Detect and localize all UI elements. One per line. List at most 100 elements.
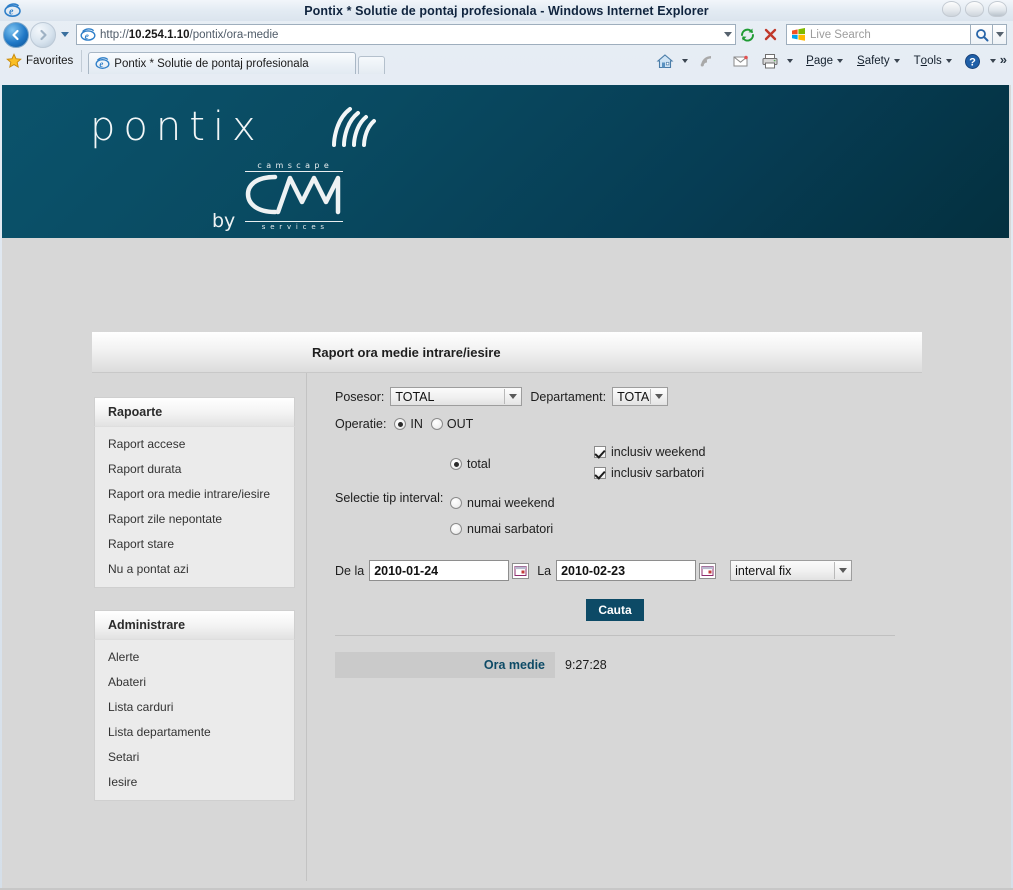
inclusiv-sarbatori-row[interactable]: inclusiv sarbatori	[594, 466, 706, 480]
operatie-out-label: OUT	[446, 417, 474, 431]
maximize-button[interactable]	[965, 1, 984, 17]
sidebar-item-alerte[interactable]: Alerte	[95, 644, 294, 669]
interval-weekend-radio[interactable]	[450, 497, 462, 509]
inclusiv-weekend-row[interactable]: inclusiv weekend	[594, 445, 706, 459]
interval-total-label: total	[467, 457, 491, 471]
posesor-select[interactable]: TOTAL	[390, 387, 523, 406]
signal-waves-icon	[328, 105, 388, 158]
interval-mode-select[interactable]: interval fix	[730, 560, 853, 581]
camscape-bottom-label: services	[261, 223, 329, 231]
sidebar-item-iesire[interactable]: Iesire	[95, 769, 294, 794]
interval-option-sarbatori[interactable]: numai sarbatori	[450, 522, 590, 536]
address-bar-row: e http://10.254.1.10/pontix/ora-medie Li…	[0, 21, 1013, 48]
interval-radio-group: total numai weekend numai sarbatori	[450, 445, 590, 536]
sidebar-panel-administrare: Administrare Alerte Abateri Lista cardur…	[94, 610, 295, 801]
address-text: http://10.254.1.10/pontix/ora-medie	[100, 28, 279, 41]
de-la-label: De la	[335, 563, 365, 578]
stop-button[interactable]	[759, 24, 782, 46]
close-button[interactable]	[988, 1, 1007, 17]
tab-title: Pontix * Solutie de pontaj profesionala	[114, 57, 309, 70]
inclusiv-weekend-checkbox[interactable]	[594, 446, 606, 458]
operatie-in-label: IN	[410, 417, 423, 431]
ora-medie-value: 9:27:28	[565, 658, 607, 672]
interval-sarbatori-radio[interactable]	[450, 523, 462, 535]
command-bar: Page Safety To ols ? »	[653, 50, 1009, 72]
sidebar-panel-rapoarte: Rapoarte Raport accese Raport durata Rap…	[94, 397, 295, 588]
windows-flag-icon	[791, 28, 806, 41]
minimize-button[interactable]	[942, 1, 961, 17]
sidebar-item-setari[interactable]: Setari	[95, 744, 294, 769]
interval-total-radio[interactable]	[450, 458, 462, 470]
back-button[interactable]	[3, 21, 29, 48]
star-icon	[6, 53, 22, 69]
tab-bar: Favorites e Pontix * Solutie de pontaj p…	[0, 48, 1013, 74]
internet-explorer-icon: e	[4, 2, 21, 19]
de-la-input[interactable]: 2010-01-24	[369, 560, 510, 581]
interval-option-weekend[interactable]: numai weekend	[450, 496, 590, 510]
site-logo: pontix	[90, 104, 376, 150]
window-controls	[942, 1, 1007, 17]
help-icon[interactable]: ?	[961, 50, 984, 72]
history-dropdown-icon[interactable]	[58, 24, 72, 46]
sidebar-item-raport-zile-nepontate[interactable]: Raport zile nepontate	[95, 506, 294, 531]
forward-button[interactable]	[30, 21, 56, 48]
logo-wordmark: pontix	[90, 104, 264, 150]
de-la-calendar-icon[interactable]	[512, 562, 530, 579]
la-input[interactable]: 2010-02-23	[556, 560, 697, 581]
la-calendar-icon[interactable]	[699, 562, 717, 579]
sidebar-item-raport-accese[interactable]: Raport accese	[95, 431, 294, 456]
sidebar-item-nu-a-pontat-azi[interactable]: Nu a pontat azi	[95, 556, 294, 581]
sidebar-item-lista-departamente[interactable]: Lista departamente	[95, 719, 294, 744]
page-title: Raport ora medie intrare/iesire	[312, 344, 501, 360]
inclusiv-sarbatori-checkbox[interactable]	[594, 467, 606, 479]
brand-byline: by camscape services	[212, 161, 345, 232]
safety-menu-label: afety	[864, 55, 890, 67]
sidebar-item-abateri[interactable]: Abateri	[95, 669, 294, 694]
departament-label: Departament:	[530, 389, 607, 404]
result-row: Ora medie 9:27:28	[335, 652, 895, 678]
sidebar-item-raport-durata[interactable]: Raport durata	[95, 456, 294, 481]
address-input[interactable]: e http://10.254.1.10/pontix/ora-medie	[76, 24, 721, 45]
print-icon[interactable]	[758, 50, 781, 72]
svg-text:e: e	[100, 59, 104, 69]
help-dropdown-icon[interactable]	[989, 59, 996, 63]
posesor-label: Posesor:	[335, 389, 385, 404]
search-input[interactable]: Live Search	[786, 24, 971, 45]
svg-text:e: e	[9, 7, 14, 18]
search-go-button[interactable]	[971, 24, 993, 45]
safety-menu-button[interactable]: Safety	[854, 53, 903, 69]
screenshot-root: e Pontix * Solutie de pontaj profesional…	[0, 0, 1013, 890]
sidebar-item-raport-stare[interactable]: Raport stare	[95, 531, 294, 556]
home-icon[interactable]	[653, 50, 676, 72]
print-dropdown-icon[interactable]	[787, 59, 794, 63]
report-filter-form: Posesor: TOTAL Departament: TOTAL Operat…	[335, 387, 895, 678]
interval-option-total[interactable]: total	[450, 457, 590, 471]
address-dropdown-button[interactable]	[721, 24, 736, 45]
favorites-button[interactable]: Favorites	[4, 50, 83, 72]
cauta-button[interactable]: Cauta	[586, 599, 644, 621]
browser-tab[interactable]: e Pontix * Solutie de pontaj profesional…	[88, 52, 357, 74]
operatie-out-radio[interactable]	[430, 418, 443, 430]
operatie-in-radio[interactable]	[394, 418, 407, 430]
interval-sarbatori-label: numai sarbatori	[467, 522, 554, 536]
departament-select[interactable]: TOTAL	[612, 387, 669, 406]
home-dropdown-icon[interactable]	[682, 59, 689, 63]
svg-text:?: ?	[969, 56, 976, 68]
sidebar-item-raport-ora-medie[interactable]: Raport ora medie intrare/iesire	[95, 481, 294, 506]
page-menu-button[interactable]: Page	[803, 53, 846, 69]
new-tab-button[interactable]	[358, 56, 386, 74]
search-dropdown-button[interactable]	[993, 24, 1007, 45]
sidebar-item-lista-carduri[interactable]: Lista carduri	[95, 694, 294, 719]
cam-mark-icon	[246, 174, 341, 215]
tools-menu-label: ols	[927, 55, 942, 67]
command-overflow-icon[interactable]: »	[998, 52, 1009, 70]
refresh-button[interactable]	[736, 24, 759, 46]
mail-icon[interactable]	[729, 50, 752, 72]
camscape-top-label: camscape	[257, 161, 334, 170]
sidebar-panel-title: Administrare	[94, 610, 295, 639]
interval-section: Selectie tip interval: total numai weeke…	[335, 445, 895, 536]
page-menu-label: age	[813, 55, 834, 67]
sidebar-panel-title: Rapoarte	[94, 397, 295, 426]
rss-feed-icon[interactable]	[694, 50, 717, 72]
tools-menu-button[interactable]: To ols	[911, 53, 955, 69]
